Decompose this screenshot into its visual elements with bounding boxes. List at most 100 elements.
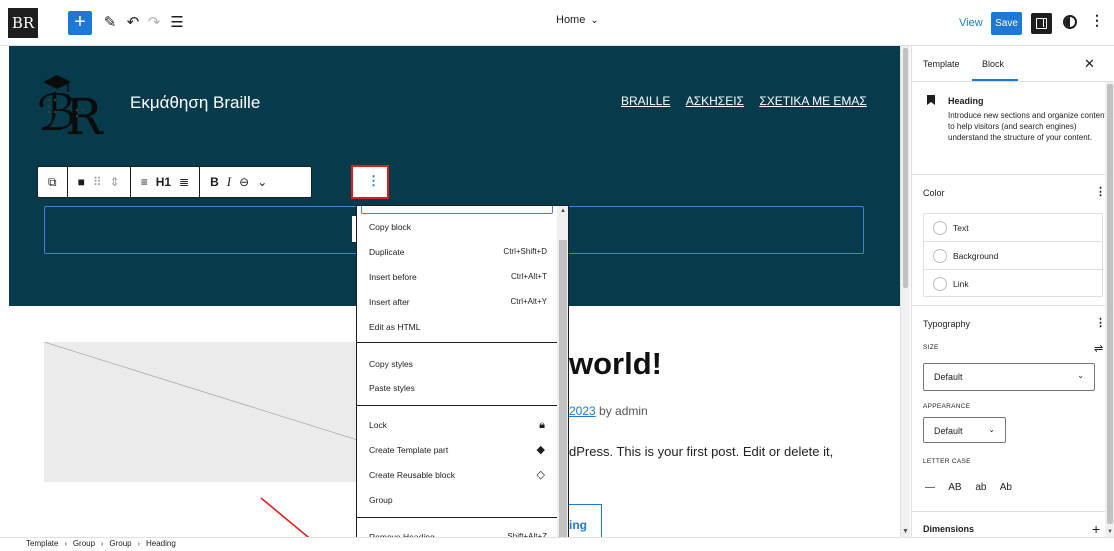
menu-item-group[interactable]: Group bbox=[369, 489, 547, 511]
heading-level-button[interactable]: H1 bbox=[156, 175, 171, 189]
add-block-button[interactable]: + bbox=[68, 11, 92, 35]
canvas-scrollbar[interactable]: ▼ bbox=[900, 46, 910, 537]
menu-item-copy-block[interactable]: Copy block bbox=[369, 216, 547, 238]
color-link[interactable]: Link bbox=[924, 270, 1102, 298]
appearance-select[interactable]: Default ⌄ bbox=[923, 417, 1006, 443]
document-title-button[interactable]: Home ⌄ bbox=[556, 14, 599, 26]
undo-icon[interactable]: ↶ bbox=[123, 11, 143, 35]
typography-panel-title: Typography bbox=[923, 319, 971, 329]
svg-text:R: R bbox=[65, 88, 104, 140]
redo-icon[interactable]: ↷ bbox=[144, 11, 164, 35]
block-card-title: Heading bbox=[948, 96, 984, 106]
block-options-menu: Copy block Duplicate Ctrl+Shift+D Insert … bbox=[356, 205, 569, 551]
case-lower[interactable]: ab bbox=[975, 482, 986, 493]
block-toolbar: ⧉ ■ ⠿ ⇕ ≡ H1 ≣ B I ⊖ ⌄ bbox=[37, 166, 313, 198]
heading-block-icon[interactable]: ■ bbox=[78, 175, 85, 189]
breadcrumb: Template › Group › Group › Heading bbox=[26, 539, 176, 548]
more-formatting-chevron-icon[interactable]: ⌄ bbox=[257, 175, 267, 189]
read-more-label: ing bbox=[569, 518, 587, 532]
block-card-description: Introduce new sections and organize cont… bbox=[948, 111, 1107, 142]
move-up-down-icon[interactable]: ⇕ bbox=[110, 175, 120, 189]
site-navigation: BRAILLE ΑΣΚΗΣΕΙΣ ΣΧΕΤΙΚΑ ΜΕ ΕΜΑΣ bbox=[621, 94, 879, 108]
breadcrumb-group-2[interactable]: Group bbox=[109, 539, 131, 548]
menu-item-create-template-part[interactable]: Create Template part ◆ bbox=[369, 439, 547, 461]
nav-link-braille[interactable]: BRAILLE bbox=[621, 94, 670, 108]
close-icon[interactable]: ✕ bbox=[1084, 56, 1095, 72]
block-breadcrumb-bar: Template › Group › Group › Heading bbox=[0, 537, 1114, 551]
post-author: by admin bbox=[595, 404, 648, 418]
color-background[interactable]: Background bbox=[924, 242, 1102, 270]
size-label: SIZE bbox=[923, 344, 939, 351]
post-excerpt: dPress. This is your first post. Edit or… bbox=[569, 444, 834, 459]
document-title: Home bbox=[556, 14, 586, 26]
options-icon[interactable]: ⋮ bbox=[1090, 12, 1104, 29]
menu-item-insert-after[interactable]: Insert after Ctrl+Alt+Y bbox=[369, 291, 547, 313]
sidebar-tabs: Template Block ✕ bbox=[912, 46, 1114, 82]
sidebar-icon[interactable] bbox=[1031, 13, 1052, 34]
breadcrumb-group-1[interactable]: Group bbox=[73, 539, 95, 548]
template-part-icon: ◆ bbox=[536, 444, 545, 456]
styles-icon[interactable] bbox=[1063, 15, 1077, 29]
menu-item-duplicate[interactable]: Duplicate Ctrl+Shift+D bbox=[369, 241, 547, 263]
pencil-icon[interactable]: ✎ bbox=[100, 11, 120, 35]
menu-scrollbar[interactable]: ▲▼ bbox=[557, 206, 568, 551]
letter-case-options: — AB ab Ab bbox=[925, 482, 1023, 493]
nav-link-exercises[interactable]: ΑΣΚΗΣΕΙΣ bbox=[686, 94, 744, 108]
lock-icon: 🔒︎ bbox=[539, 419, 545, 431]
post-title[interactable]: world! bbox=[569, 346, 662, 382]
list-view-icon[interactable]: ☰ bbox=[167, 11, 187, 35]
view-button[interactable]: View bbox=[959, 17, 983, 29]
menu-item-lock[interactable]: Lock 🔒︎ bbox=[369, 414, 547, 436]
tab-block[interactable]: Block bbox=[971, 59, 1019, 81]
block-card: Heading Introduce new sections and organ… bbox=[912, 83, 1114, 175]
featured-image-placeholder[interactable] bbox=[44, 342, 364, 482]
nav-link-about[interactable]: ΣΧΕΤΙΚΑ ΜΕ ΕΜΑΣ bbox=[759, 94, 867, 108]
reusable-block-icon: ◇ bbox=[536, 469, 545, 481]
tab-template[interactable]: Template bbox=[923, 59, 960, 69]
case-capitalize[interactable]: Ab bbox=[1000, 482, 1012, 493]
sidebar-scrollbar[interactable]: ▼ bbox=[1105, 82, 1114, 537]
site-title[interactable]: Εκμάθηση Braille bbox=[130, 93, 260, 113]
letter-case-label: LETTER CASE bbox=[923, 458, 971, 465]
menu-item-paste-styles[interactable]: Paste styles bbox=[369, 377, 547, 399]
top-toolbar: BR + ✎ ↶ ↷ ☰ Home ⌄ View Save ⋮ bbox=[0, 0, 1114, 46]
drag-handle-icon[interactable]: ⠿ bbox=[93, 175, 102, 189]
menu-search-field bbox=[361, 206, 553, 214]
size-select[interactable]: Default ⌄ bbox=[923, 363, 1095, 391]
menu-item-create-reusable-block[interactable]: Create Reusable block ◇ bbox=[369, 464, 547, 486]
chevron-down-icon: ⌄ bbox=[988, 425, 995, 434]
appearance-label: APPEARANCE bbox=[923, 403, 971, 410]
menu-item-edit-as-html[interactable]: Edit as HTML bbox=[369, 316, 547, 338]
settings-sidebar: Template Block ✕ Heading Introduce new s… bbox=[911, 46, 1114, 537]
block-options-button[interactable]: ⋮ bbox=[351, 165, 389, 199]
post-meta: 2023 by admin bbox=[569, 404, 648, 418]
breadcrumb-template[interactable]: Template bbox=[26, 539, 58, 548]
post-date[interactable]: 2023 bbox=[569, 404, 596, 418]
heading-block-icon bbox=[927, 95, 935, 105]
menu-item-copy-styles[interactable]: Copy styles bbox=[369, 353, 547, 375]
case-none[interactable]: — bbox=[925, 482, 935, 493]
menu-item-insert-before[interactable]: Insert before Ctrl+Alt+T bbox=[369, 266, 547, 288]
case-upper[interactable]: AB bbox=[948, 482, 961, 493]
color-text[interactable]: Text bbox=[924, 214, 1102, 242]
text-align-icon[interactable]: ≣ bbox=[179, 175, 189, 189]
chevron-down-icon: ⌄ bbox=[1077, 371, 1084, 380]
breadcrumb-heading: Heading bbox=[145, 539, 176, 548]
parent-block-icon[interactable]: ⧉ bbox=[48, 175, 57, 190]
annotation-arrow bbox=[260, 497, 310, 537]
link-icon[interactable]: ⊖ bbox=[239, 175, 249, 189]
read-more-button[interactable]: ing bbox=[565, 504, 602, 537]
more-vertical-icon: ⋮ bbox=[367, 173, 380, 188]
site-logo[interactable]: ℬ R bbox=[35, 70, 107, 146]
bold-button[interactable]: B bbox=[210, 175, 219, 189]
chevron-down-icon: ⌄ bbox=[590, 15, 599, 26]
site-icon[interactable]: BR bbox=[8, 8, 38, 38]
save-button[interactable]: Save bbox=[991, 12, 1022, 35]
dimensions-panel-title: Dimensions bbox=[923, 524, 975, 534]
sliders-icon[interactable]: ⇌ bbox=[1094, 342, 1103, 355]
align-icon[interactable]: ≡ bbox=[141, 175, 148, 189]
color-panel-title: Color bbox=[923, 188, 945, 198]
color-list: Text Background Link bbox=[923, 213, 1103, 297]
add-dimension-icon[interactable]: + bbox=[1092, 521, 1100, 537]
italic-button[interactable]: I bbox=[227, 174, 231, 190]
